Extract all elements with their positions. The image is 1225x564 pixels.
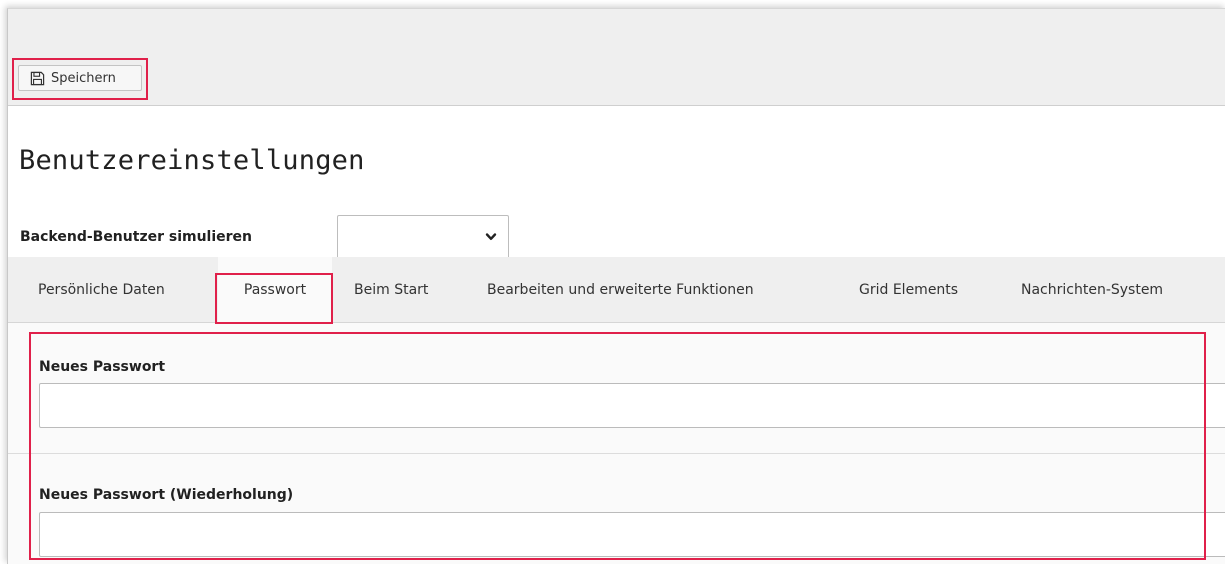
chevron-down-icon [485, 233, 497, 240]
settings-tabs: Persönliche Daten Passwort Beim Start Be… [8, 257, 1225, 323]
new-password-label: Neues Passwort [39, 359, 166, 375]
repeat-password-field[interactable] [39, 512, 1225, 557]
tab-label: Nachrichten-System [1021, 281, 1164, 298]
page-title: Benutzereinstellungen [19, 145, 365, 176]
tab-label: Passwort [243, 281, 307, 298]
floppy-disk-icon [30, 71, 45, 85]
docheader-toolbar: Speichern [8, 9, 1225, 106]
tab-label: Beim Start [354, 281, 429, 298]
tab-nachrichten-system[interactable]: Nachrichten-System [1021, 257, 1163, 322]
backend-module-frame: Speichern Benutzereinstellungen Backend-… [7, 8, 1225, 564]
tab-passwort[interactable]: Passwort [218, 257, 332, 322]
tab-label: Bearbeiten und erweiterte Funktionen [487, 281, 754, 298]
tab-grid-elements[interactable]: Grid Elements [859, 257, 958, 322]
field-divider [8, 453, 1225, 454]
password-tab-panel: Neues Passwort Neues Passwort (Wiederhol… [8, 323, 1225, 564]
new-password-field[interactable] [39, 383, 1225, 428]
repeat-password-label: Neues Passwort (Wiederholung) [39, 487, 294, 503]
save-button-label: Speichern [51, 70, 116, 86]
save-button[interactable]: Speichern [18, 65, 142, 91]
tab-label: Persönliche Daten [38, 281, 165, 298]
tab-bearbeiten[interactable]: Bearbeiten und erweiterte Funktionen [487, 257, 754, 322]
simulate-user-label: Backend-Benutzer simulieren [20, 229, 253, 245]
tab-persoenliche-daten[interactable]: Persönliche Daten [38, 257, 165, 322]
tab-beim-start[interactable]: Beim Start [354, 257, 428, 322]
simulate-user-select[interactable] [337, 215, 509, 259]
tab-label: Grid Elements [859, 281, 959, 298]
